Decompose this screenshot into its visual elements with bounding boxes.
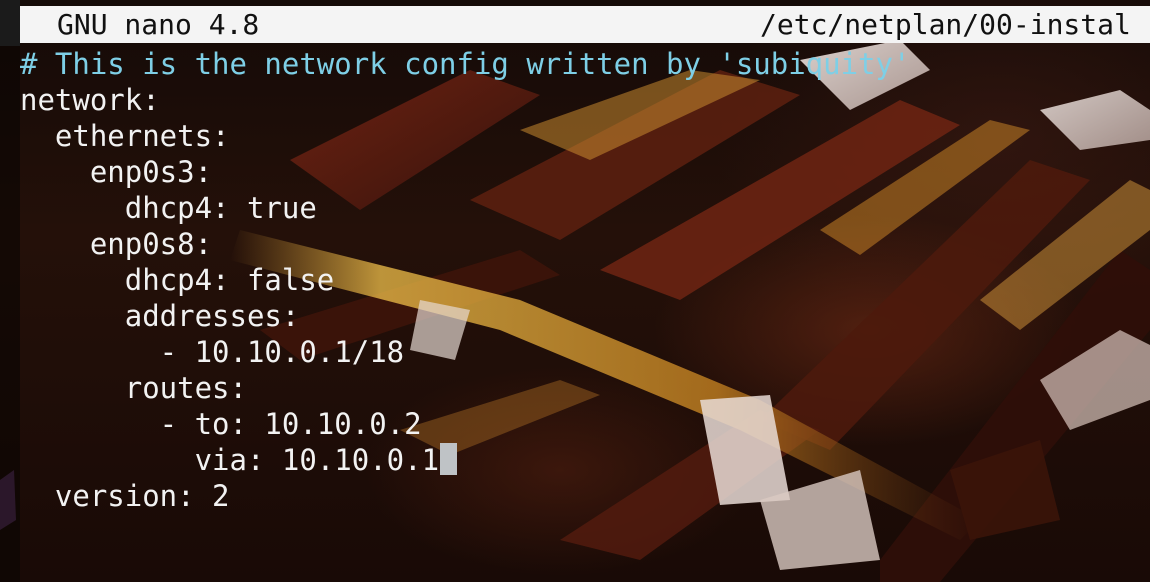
editor-buffer[interactable]: # This is the network config written by …: [20, 46, 1150, 582]
terminal-margin: [0, 46, 20, 582]
editor-line-current[interactable]: via: 10.10.0.1: [20, 442, 458, 478]
editor-line[interactable]: enp0s3:: [20, 154, 212, 190]
app-version-label: GNU nano 4.8: [57, 8, 260, 41]
nano-terminal[interactable]: GNU nano 4.8 /etc/netplan/00-instal # Th…: [0, 0, 1150, 582]
screen: GNU nano 4.8 /etc/netplan/00-instal # Th…: [0, 0, 1150, 582]
editor-line[interactable]: - 10.10.0.1/18: [20, 334, 404, 370]
editor-line[interactable]: enp0s8:: [20, 226, 212, 262]
nano-title-bar: GNU nano 4.8 /etc/netplan/00-instal: [20, 6, 1150, 43]
file-path-label: /etc/netplan/00-instal: [760, 8, 1131, 41]
terminal-left-gutter: [0, 0, 20, 46]
editor-line[interactable]: routes:: [20, 370, 247, 406]
editor-line-comment[interactable]: # This is the network config written by …: [20, 46, 910, 82]
text-cursor: [440, 443, 458, 475]
editor-line[interactable]: version: 2: [20, 478, 230, 514]
editor-line[interactable]: dhcp4: false: [20, 262, 335, 298]
editor-line[interactable]: addresses:: [20, 298, 300, 334]
editor-line[interactable]: - to: 10.10.0.2: [20, 406, 422, 442]
editor-line[interactable]: dhcp4: true: [20, 190, 317, 226]
editor-line-text: via: 10.10.0.1: [20, 443, 440, 477]
editor-line[interactable]: ethernets:: [20, 118, 230, 154]
editor-line[interactable]: network:: [20, 82, 160, 118]
